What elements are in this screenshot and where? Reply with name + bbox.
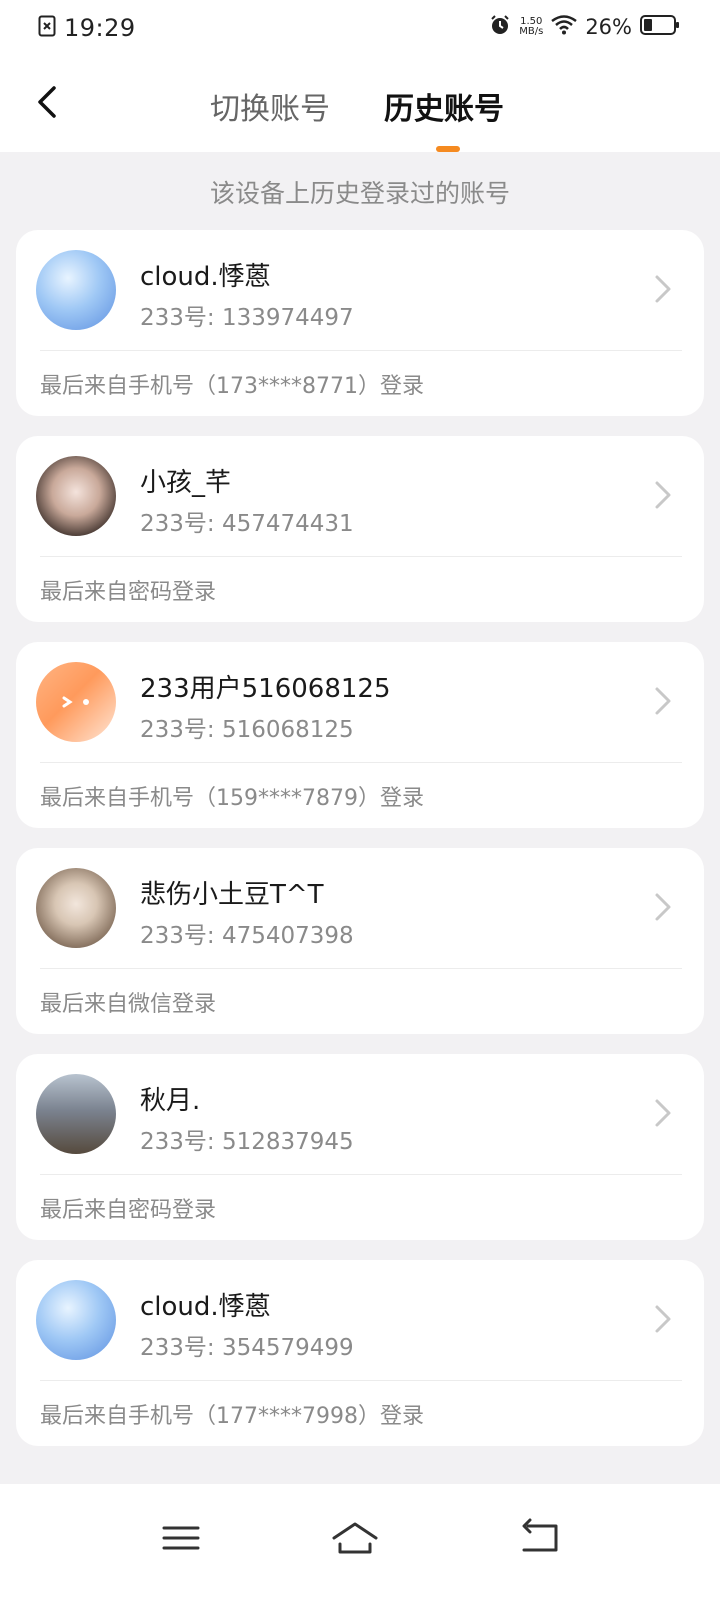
account-card[interactable]: cloud.悸蒽 233号: 133974497 最后来自手机号（173****… xyxy=(16,230,704,416)
divider xyxy=(40,762,682,763)
chevron-right-icon xyxy=(655,1099,671,1127)
avatar xyxy=(36,662,116,742)
account-name: cloud.悸蒽 xyxy=(140,1292,271,1322)
network-speed-unit: MB/s xyxy=(519,26,544,37)
account-name: 233用户516068125 xyxy=(140,674,391,704)
header: 切换账号 历史账号 xyxy=(0,56,720,152)
notification-icon xyxy=(38,15,56,41)
last-login-source: 最后来自密码登录 xyxy=(40,1198,217,1223)
battery-icon xyxy=(640,14,680,40)
avatar xyxy=(36,1280,116,1360)
tab-switch-account[interactable]: 切换账号 xyxy=(210,84,330,128)
last-login-source: 最后来自手机号（173****8771）登录 xyxy=(40,374,424,399)
avatar xyxy=(36,1074,116,1154)
divider xyxy=(40,556,682,557)
last-login-source: 最后来自手机号（159****7879）登录 xyxy=(40,786,424,811)
account-name: cloud.悸蒽 xyxy=(140,262,271,292)
account-card[interactable]: 233用户516068125 233号: 516068125 最后来自手机号（1… xyxy=(16,642,704,828)
return-icon xyxy=(522,1518,558,1552)
account-name: 悲伤小土豆T^T xyxy=(140,880,324,910)
chevron-right-icon xyxy=(655,1305,671,1333)
page-subtitle: 该设备上历史登录过的账号 xyxy=(209,179,510,208)
account-id: 233号: 512837945 xyxy=(140,1129,354,1155)
network-speed: 1.50 MB/s xyxy=(519,17,543,37)
account-id: 233号: 516068125 xyxy=(140,717,354,743)
last-login-source: 最后来自密码登录 xyxy=(40,580,217,605)
account-id: 233号: 133974497 xyxy=(140,305,354,331)
status-time: 19:29 xyxy=(64,14,136,42)
last-login-source: 最后来自微信登录 xyxy=(40,992,217,1017)
account-id: 233号: 354579499 xyxy=(140,1335,354,1361)
account-card[interactable]: 小孩_芊 233号: 457474431 最后来自密码登录 xyxy=(16,436,704,622)
avatar xyxy=(36,250,116,330)
last-login-source: 最后来自手机号（177****7998）登录 xyxy=(40,1404,424,1429)
account-card[interactable]: 悲伤小土豆T^T 233号: 475407398 最后来自微信登录 xyxy=(16,848,704,1034)
chevron-right-icon xyxy=(655,275,671,303)
account-name: 小孩_芊 xyxy=(140,468,232,498)
chevron-right-icon xyxy=(655,893,671,921)
battery-percent: 26% xyxy=(585,15,632,39)
status-left: 19:29 xyxy=(38,14,136,42)
chevron-right-icon xyxy=(655,481,671,509)
divider xyxy=(40,1380,682,1381)
avatar xyxy=(36,868,116,948)
divider xyxy=(40,968,682,969)
chevron-right-icon xyxy=(655,687,671,715)
back-button[interactable] xyxy=(28,80,72,124)
home-button[interactable] xyxy=(330,1518,380,1558)
alarm-icon xyxy=(489,14,511,40)
system-navigation-bar xyxy=(0,1484,720,1600)
account-card[interactable]: cloud.悸蒽 233号: 354579499 最后来自手机号（177****… xyxy=(16,1260,704,1446)
status-right: 1.50 MB/s 26% xyxy=(489,14,680,40)
account-id: 233号: 475407398 xyxy=(140,923,354,949)
wifi-icon xyxy=(551,15,578,39)
active-tab-indicator xyxy=(436,146,460,152)
back-arrow-icon xyxy=(38,86,56,118)
account-id: 233号: 457474431 xyxy=(140,511,354,537)
default-avatar-face-icon xyxy=(62,696,89,708)
avatar xyxy=(36,456,116,536)
recent-apps-button[interactable] xyxy=(156,1518,206,1558)
status-bar: 19:29 1.50 MB/s 26% xyxy=(0,0,720,56)
tab-history-account[interactable]: 历史账号 xyxy=(384,84,504,128)
screen: 19:29 1.50 MB/s 26% 切换账号 历史账号 该设备上历史登录过的… xyxy=(0,0,720,1600)
back-nav-button[interactable] xyxy=(516,1518,566,1558)
account-name: 秋月. xyxy=(140,1086,201,1116)
divider xyxy=(40,1174,682,1175)
menu-icon xyxy=(162,1526,200,1550)
account-card[interactable]: 秋月. 233号: 512837945 最后来自密码登录 xyxy=(16,1054,704,1240)
divider xyxy=(40,350,682,351)
home-icon xyxy=(332,1522,378,1554)
